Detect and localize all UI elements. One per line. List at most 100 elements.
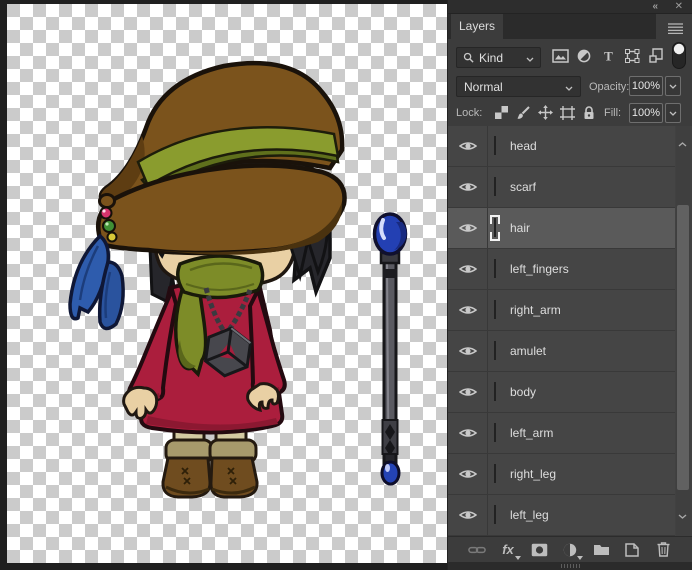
opacity-value[interactable]: 100%	[629, 76, 663, 96]
layer-name[interactable]: amulet	[510, 344, 546, 358]
lock-position-icon[interactable]	[534, 105, 556, 120]
shape-filter-icon[interactable]	[620, 48, 644, 63]
visibility-toggle[interactable]	[448, 372, 488, 412]
layer-thumbnail[interactable]	[494, 423, 496, 442]
lock-label: Lock:	[456, 107, 483, 119]
layer-row-right_arm[interactable]: right_arm	[448, 290, 675, 331]
layer-name[interactable]: left_fingers	[510, 262, 569, 276]
panel-menu-zone	[656, 14, 692, 39]
layer-effects-button[interactable]: fx	[499, 541, 521, 560]
staff-art	[372, 212, 408, 486]
lock-all-icon[interactable]	[578, 105, 600, 120]
layer-thumbnail[interactable]	[494, 300, 496, 319]
visibility-toggle[interactable]	[448, 208, 488, 248]
layer-name[interactable]: left_arm	[510, 426, 553, 440]
layer-thumbnail[interactable]	[494, 464, 496, 483]
layer-thumbnail[interactable]	[490, 215, 500, 241]
chevron-down-icon	[526, 51, 534, 65]
filtering-toggle[interactable]	[668, 42, 690, 69]
visibility-toggle[interactable]	[448, 454, 488, 494]
fx-icon: fx	[502, 541, 514, 557]
layer-row-hair[interactable]: hair	[448, 208, 675, 249]
layer-name[interactable]: left_leg	[510, 508, 549, 522]
eye-icon	[458, 142, 477, 150]
visibility-toggle[interactable]	[448, 126, 488, 166]
eye-icon	[458, 388, 477, 396]
kind-label: Kind	[479, 50, 504, 65]
new-group-button[interactable]	[592, 543, 610, 556]
type-filter-icon[interactable]: T	[596, 49, 620, 62]
eye-icon	[458, 183, 477, 191]
search-icon	[463, 52, 474, 63]
collapse-panel-icon[interactable]: «	[652, 0, 657, 13]
layer-row-left_arm[interactable]: left_arm	[448, 413, 675, 454]
tab-layers[interactable]: Layers	[451, 14, 503, 39]
layer-row-body[interactable]: body	[448, 372, 675, 413]
visibility-toggle[interactable]	[448, 167, 488, 207]
filter-icons: T	[548, 39, 690, 72]
visibility-toggle[interactable]	[448, 331, 488, 371]
visibility-toggle[interactable]	[448, 413, 488, 453]
panel-topbar: « ✕	[448, 0, 692, 14]
hat-art	[96, 60, 347, 256]
layer-thumbnail[interactable]	[494, 341, 496, 360]
eye-icon	[458, 224, 477, 232]
visibility-toggle[interactable]	[448, 290, 488, 330]
thumbnail-canvas	[494, 136, 496, 155]
scroll-down-icon[interactable]	[678, 506, 687, 524]
lock-transparent-pixels-icon[interactable]	[490, 106, 512, 119]
lock-image-pixels-icon[interactable]	[512, 105, 534, 120]
layer-name[interactable]: head	[510, 139, 537, 153]
scarf-tail-art	[174, 287, 208, 378]
smart-object-filter-icon[interactable]	[644, 48, 668, 63]
panel-resize-grip[interactable]	[448, 562, 692, 570]
visibility-toggle[interactable]	[448, 249, 488, 289]
layer-name[interactable]: right_leg	[510, 467, 556, 481]
fill-value[interactable]: 100%	[629, 103, 663, 123]
lock-icons	[490, 99, 600, 126]
caret-icon	[515, 555, 521, 560]
layer-name[interactable]: right_arm	[510, 303, 561, 317]
thumbnail-canvas	[494, 300, 496, 319]
layer-row-right_leg[interactable]: right_leg	[448, 454, 675, 495]
layer-thumbnail[interactable]	[494, 259, 496, 278]
document-canvas[interactable]	[7, 4, 447, 563]
layer-row-left_fingers[interactable]: left_fingers	[448, 249, 675, 290]
svg-text:T: T	[604, 49, 613, 62]
panel-menu-icon[interactable]	[668, 21, 683, 39]
opacity-dropdown-button[interactable]	[665, 76, 681, 96]
scrollbar-thumb[interactable]	[677, 205, 689, 490]
layer-row-head[interactable]: head	[448, 126, 675, 167]
layer-row-scarf[interactable]: scarf	[448, 167, 675, 208]
layer-thumbnail[interactable]	[494, 382, 496, 401]
thumbnail-canvas	[494, 382, 496, 401]
lock-artboard-nesting-icon[interactable]	[556, 105, 578, 120]
layer-thumbnail[interactable]	[494, 136, 496, 155]
layer-name[interactable]: scarf	[510, 180, 536, 194]
image-filter-icon[interactable]	[548, 48, 572, 63]
layer-name[interactable]: body	[510, 385, 536, 399]
close-panel-icon[interactable]: ✕	[675, 0, 683, 13]
blend-mode-dropdown[interactable]: Normal	[456, 76, 581, 97]
chevron-down-icon	[565, 80, 573, 94]
visibility-toggle[interactable]	[448, 495, 488, 535]
layer-row-left_leg[interactable]: left_leg	[448, 495, 675, 536]
adjustment-layer-button[interactable]	[561, 543, 583, 560]
layer-list-scrollbar[interactable]	[676, 126, 690, 536]
scroll-up-icon[interactable]	[678, 134, 687, 152]
thumbnail-canvas	[494, 423, 496, 442]
link-layers-button[interactable]	[468, 545, 486, 555]
layer-mask-button[interactable]	[530, 543, 548, 557]
eye-icon	[458, 511, 477, 519]
blend-row: Normal Opacity: 100%	[448, 72, 692, 99]
adjustment-filter-icon[interactable]	[572, 49, 596, 63]
layer-thumbnail[interactable]	[494, 177, 496, 196]
fill-dropdown-button[interactable]	[665, 103, 681, 123]
delete-layer-button[interactable]	[654, 542, 672, 557]
panel-tabbar: Layers	[448, 14, 692, 39]
kind-filter-dropdown[interactable]: Kind	[456, 47, 541, 68]
layer-name[interactable]: hair	[510, 221, 530, 235]
layer-row-amulet[interactable]: amulet	[448, 331, 675, 372]
new-layer-button[interactable]	[623, 542, 641, 557]
layer-thumbnail[interactable]	[494, 505, 496, 524]
